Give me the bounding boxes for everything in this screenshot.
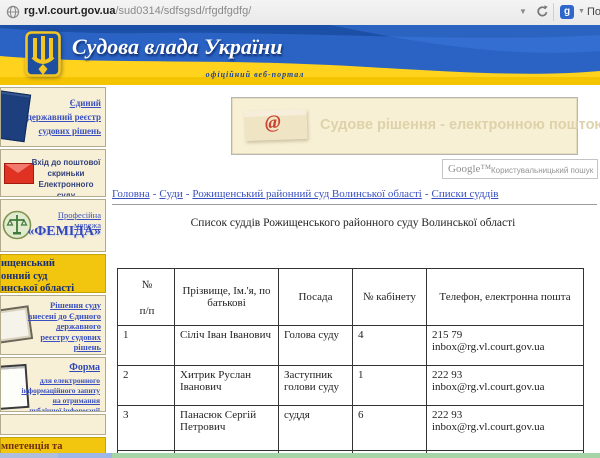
google-search-placeholder: Користувальницький пошук	[491, 166, 593, 175]
court-decision-email-banner[interactable]: @ Судове рішення - електронною поштою	[231, 97, 578, 155]
portal-title: Судова влада України	[72, 34, 282, 60]
sidebar-banner-registry[interactable]: Єдиний державний реєстр судових рішень	[0, 87, 106, 147]
table-row: 3 Панасюк Сергій Петрович суддя 6 222 93…	[118, 406, 584, 451]
sidebar-banner-femida[interactable]: Професійна мережа «ФЕМІДА»	[0, 199, 106, 252]
col-room: № кабінету	[353, 269, 427, 326]
breadcrumb-separator: -	[153, 188, 157, 200]
reload-icon[interactable]	[535, 4, 550, 24]
court-name-line3: инської області	[1, 283, 74, 293]
sidebar-banner-info-form[interactable]: Форма для електронного інформаційного за…	[0, 357, 106, 412]
judge-name: Хитрик Руслан Іванович	[175, 366, 279, 406]
judge-contact: 222 93inbox@rg.vl.court.gov.ua	[427, 406, 584, 451]
judges-table: №п/п Прізвище, Ім.'я, по батькові Посада…	[117, 268, 584, 458]
breadcrumb-separator: -	[186, 188, 190, 200]
bottom-scroll-strip[interactable]	[0, 453, 600, 458]
url-path: /sud0314/sdfsgsd/rfgdfgdfg/	[115, 5, 251, 17]
sidebar-banner-decisions[interactable]: Рішення суду внесені до Єдиного державно…	[0, 295, 106, 355]
col-phone: Телефон, електронна пошта	[427, 269, 584, 326]
at-symbol: @	[265, 112, 282, 135]
judge-room: 6	[353, 406, 427, 451]
judge-room: 4	[353, 326, 427, 366]
judge-number: 3	[118, 406, 175, 451]
judge-contact: 215 79inbox@rg.vl.court.gov.ua	[427, 326, 584, 366]
decisions-registry-link[interactable]: Рішення суду внесені до Єдиного державно…	[25, 300, 101, 353]
ukraine-trident-emblem-icon	[24, 31, 62, 82]
toolbar-separator	[553, 3, 554, 21]
breadcrumb-courts[interactable]: Суди	[159, 188, 182, 200]
page: rg.vl.court.gov.ua/sud0314/sdfsgsd/rfgdf…	[0, 0, 600, 458]
url-host: rg.vl.court.gov.ua	[24, 5, 115, 17]
col-number: №п/п	[118, 269, 175, 326]
site-globe-icon	[6, 5, 20, 24]
browser-address-bar[interactable]: rg.vl.court.gov.ua/sud0314/sdfsgsd/rfgdf…	[0, 0, 600, 26]
court-name-line2: онний суд	[1, 271, 48, 282]
banner-watermark-text: Судове рішення - електронною поштою	[320, 117, 600, 133]
form-link-title[interactable]: Форма	[22, 362, 100, 373]
femida-name-label[interactable]: «ФЕМІДА»	[23, 224, 101, 240]
table-row: 1 Сіліч Іван Іванович Голова суду 4 215 …	[118, 326, 584, 366]
judge-room: 1	[353, 366, 427, 406]
table-header-row: №п/п Прізвище, Ім.'я, по батькові Посада…	[118, 269, 584, 326]
url-text[interactable]: rg.vl.court.gov.ua/sud0314/sdfsgsd/rfgdf…	[24, 5, 251, 17]
portal-subtitle: офіційний веб-портал	[130, 70, 380, 79]
at-envelope-icon: @	[244, 109, 307, 141]
competence-label: мпетенція та	[1, 441, 63, 452]
search-engine-dropdown-icon[interactable]: ▼	[578, 8, 585, 15]
sidebar-court-name[interactable]: ищенський онний суд инської області	[0, 254, 106, 293]
col-position: Посада	[279, 269, 353, 326]
search-input[interactable]: Пошук	[587, 6, 600, 18]
google-custom-search-input[interactable]: Google™ Користувальницький пошук	[442, 159, 598, 179]
page-title: Список суддів Рожищенського районного су…	[110, 217, 596, 229]
court-name-line1: ищенський	[1, 258, 55, 269]
sidebar-banner-court-mail[interactable]: Вхід до поштової скриньки Електронного с…	[0, 149, 106, 197]
registry-link[interactable]: Єдиний державний реєстр судових рішень	[27, 96, 101, 138]
court-mail-link[interactable]: Вхід до поштової скриньки Електронного с…	[30, 157, 102, 197]
form-link-text[interactable]: для електронного інформаційного запиту н…	[20, 376, 100, 412]
judge-position: суддя	[279, 406, 353, 451]
judge-contact: 222 93inbox@rg.vl.court.gov.ua	[427, 366, 584, 406]
judge-number: 1	[118, 326, 175, 366]
judge-name: Сіліч Іван Іванович	[175, 326, 279, 366]
google-logo: Google™	[448, 163, 491, 175]
breadcrumb-home[interactable]: Головна	[112, 188, 150, 200]
breadcrumb-judge-lists[interactable]: Списки суддів	[431, 188, 498, 200]
judge-position: Голова суду	[279, 326, 353, 366]
breadcrumb: Головна-Суди-Рожищенський районний суд В…	[112, 188, 598, 200]
sidebar-spacer	[0, 414, 106, 435]
breadcrumb-divider	[112, 204, 597, 205]
col-name: Прізвище, Ім.'я, по батькові	[175, 269, 279, 326]
table-row: 2 Хитрик Руслан Іванович Заступник голов…	[118, 366, 584, 406]
judge-name: Панасюк Сергій Петрович	[175, 406, 279, 451]
judge-number: 2	[118, 366, 175, 406]
breadcrumb-court-page[interactable]: Рожищенський районний суд Волинської обл…	[192, 188, 421, 200]
breadcrumb-separator: -	[425, 188, 429, 200]
search-engine-icon[interactable]: g	[560, 5, 574, 19]
judge-position: Заступник голови суду	[279, 366, 353, 406]
url-dropdown-icon[interactable]: ▼	[519, 7, 527, 16]
sidebar-item-competence[interactable]: мпетенція та	[0, 437, 106, 454]
site-header: Судова влада України офіційний веб-порта…	[0, 25, 600, 85]
